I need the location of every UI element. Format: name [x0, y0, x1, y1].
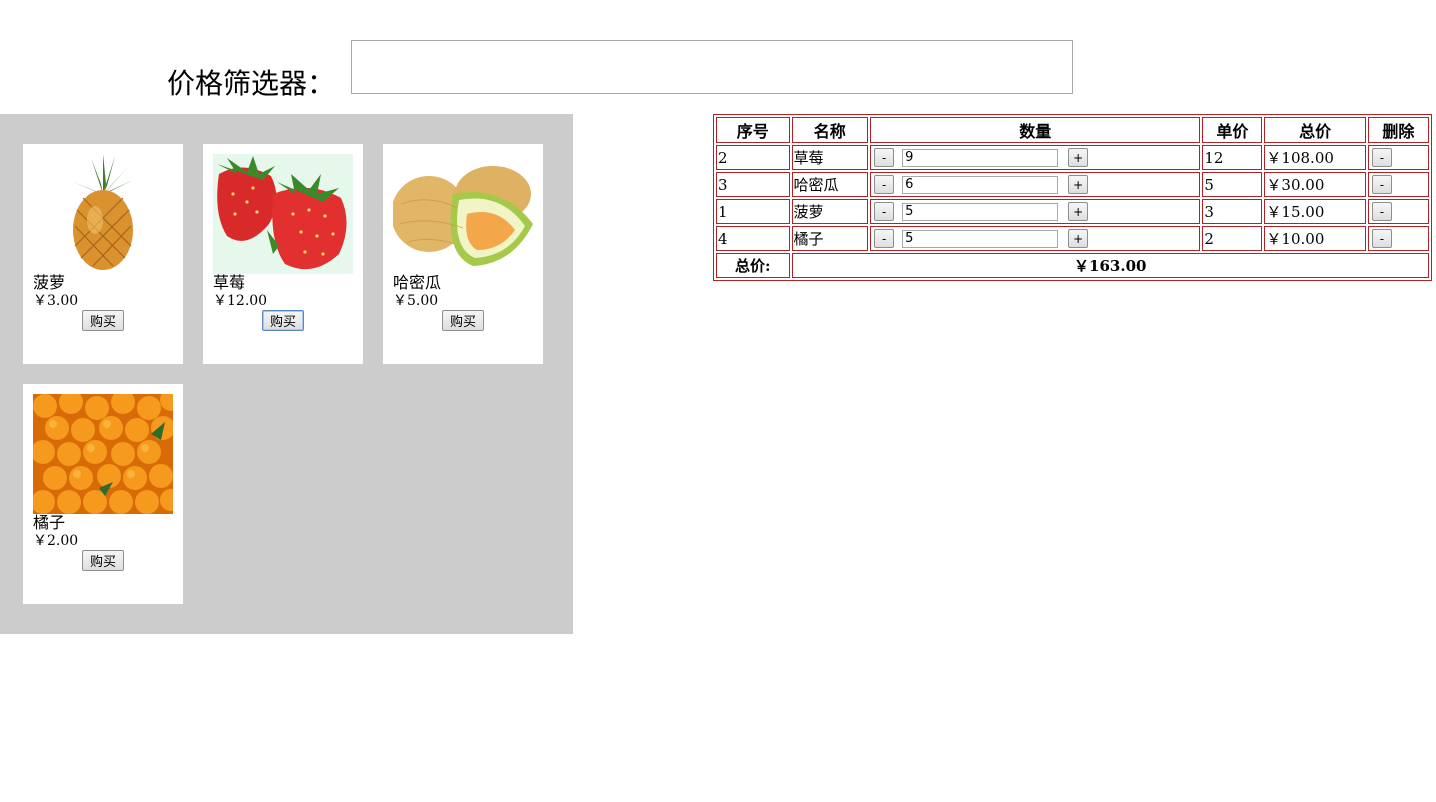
- table-row: 2 草莓 - + 12 ￥108.00 -: [716, 145, 1429, 170]
- cart-delete: -: [1367, 145, 1429, 170]
- product-name: 哈密瓜: [393, 273, 442, 292]
- header-name: 名称: [791, 117, 869, 143]
- table-row: 3 哈密瓜 - + 5 ￥30.00 -: [716, 172, 1429, 197]
- price-filter-label: 价格筛选器：: [167, 67, 336, 100]
- quantity-input[interactable]: [902, 148, 1059, 167]
- decrease-button[interactable]: -: [874, 175, 895, 194]
- pineapple-image: [33, 154, 173, 274]
- quantity-input[interactable]: [902, 175, 1059, 194]
- cart-unit-price: 3: [1202, 199, 1263, 224]
- increase-button[interactable]: +: [1068, 148, 1089, 167]
- product-price: ￥12.00: [213, 293, 268, 309]
- cart-total-value: ￥163.00: [791, 253, 1429, 278]
- table-row: 1 菠萝 - + 3 ￥15.00 -: [716, 199, 1429, 224]
- product-price: ￥5.00: [393, 293, 439, 309]
- cart-quantity: - +: [870, 226, 1201, 251]
- product-name: 菠萝: [33, 273, 66, 292]
- header-delete: 删除: [1367, 117, 1429, 143]
- table-row: 4 橘子 - + 2 ￥10.00 -: [716, 226, 1429, 251]
- increase-button[interactable]: +: [1068, 229, 1089, 248]
- product-price: ￥2.00: [33, 533, 79, 549]
- product-name: 草莓: [213, 273, 246, 292]
- decrease-button[interactable]: -: [874, 148, 895, 167]
- delete-button[interactable]: -: [1371, 229, 1392, 249]
- increase-button[interactable]: +: [1068, 175, 1089, 194]
- quantity-input[interactable]: [902, 229, 1059, 248]
- delete-button[interactable]: -: [1371, 202, 1392, 222]
- cart-delete: -: [1367, 226, 1429, 251]
- cart-row-total: ￥15.00: [1264, 199, 1366, 224]
- buy-button-tangerine[interactable]: 购买: [82, 550, 124, 571]
- increase-button[interactable]: +: [1068, 202, 1089, 221]
- cart-name: 橘子: [791, 226, 869, 251]
- delete-button[interactable]: -: [1371, 148, 1392, 168]
- cart-row-total: ￥108.00: [1264, 145, 1366, 170]
- delete-button[interactable]: -: [1371, 175, 1392, 195]
- buy-button-strawberry[interactable]: 购买: [262, 310, 304, 331]
- cart-total-label: 总价:: [716, 253, 790, 278]
- strawberry-image: [213, 154, 353, 274]
- cart-total-row: 总价: ￥163.00: [716, 253, 1429, 278]
- shopping-cart-table: 序号 名称 数量 单价 总价 删除 2 草莓 - + 12 ￥108.00 - …: [713, 114, 1432, 281]
- buy-button-melon[interactable]: 购买: [442, 310, 484, 331]
- product-card-melon: 哈密瓜 ￥5.00 购买: [383, 144, 543, 364]
- cart-id: 2: [716, 145, 790, 170]
- header-id: 序号: [716, 117, 790, 143]
- cart-unit-price: 5: [1202, 172, 1263, 197]
- buy-button-pineapple[interactable]: 购买: [82, 310, 124, 331]
- cart-unit-price: 2: [1202, 226, 1263, 251]
- product-card-tangerine: 橘子 ￥2.00 购买: [23, 384, 183, 604]
- cart-id: 3: [716, 172, 790, 197]
- header-unit-price: 单价: [1202, 117, 1263, 143]
- cart-unit-price: 12: [1202, 145, 1263, 170]
- cart-header-row: 序号 名称 数量 单价 总价 删除: [716, 117, 1429, 143]
- cart-id: 1: [716, 199, 790, 224]
- product-list: 菠萝 ￥3.00 购买 草莓 ￥12.00 购买 哈密瓜 ￥5.00 购买 橘子…: [0, 114, 573, 634]
- header-total-price: 总价: [1264, 117, 1366, 143]
- tangerine-image: [33, 394, 173, 514]
- cart-row-total: ￥10.00: [1264, 226, 1366, 251]
- decrease-button[interactable]: -: [874, 202, 895, 221]
- cart-quantity: - +: [870, 172, 1201, 197]
- cart-quantity: - +: [870, 145, 1201, 170]
- quantity-input[interactable]: [902, 202, 1059, 221]
- product-card-strawberry: 草莓 ￥12.00 购买: [203, 144, 363, 364]
- cart-quantity: - +: [870, 199, 1201, 224]
- cart-name: 菠萝: [791, 199, 869, 224]
- product-name: 橘子: [33, 513, 66, 532]
- cart-delete: -: [1367, 172, 1429, 197]
- product-card-pineapple: 菠萝 ￥3.00 购买: [23, 144, 183, 364]
- cart-name: 草莓: [791, 145, 869, 170]
- cart-id: 4: [716, 226, 790, 251]
- product-price: ￥3.00: [33, 293, 79, 309]
- cart-name: 哈密瓜: [791, 172, 869, 197]
- cart-delete: -: [1367, 199, 1429, 224]
- price-filter-input[interactable]: [351, 40, 1073, 94]
- decrease-button[interactable]: -: [874, 229, 895, 248]
- header-quantity: 数量: [870, 117, 1201, 143]
- melon-image: [393, 154, 533, 274]
- cart-row-total: ￥30.00: [1264, 172, 1366, 197]
